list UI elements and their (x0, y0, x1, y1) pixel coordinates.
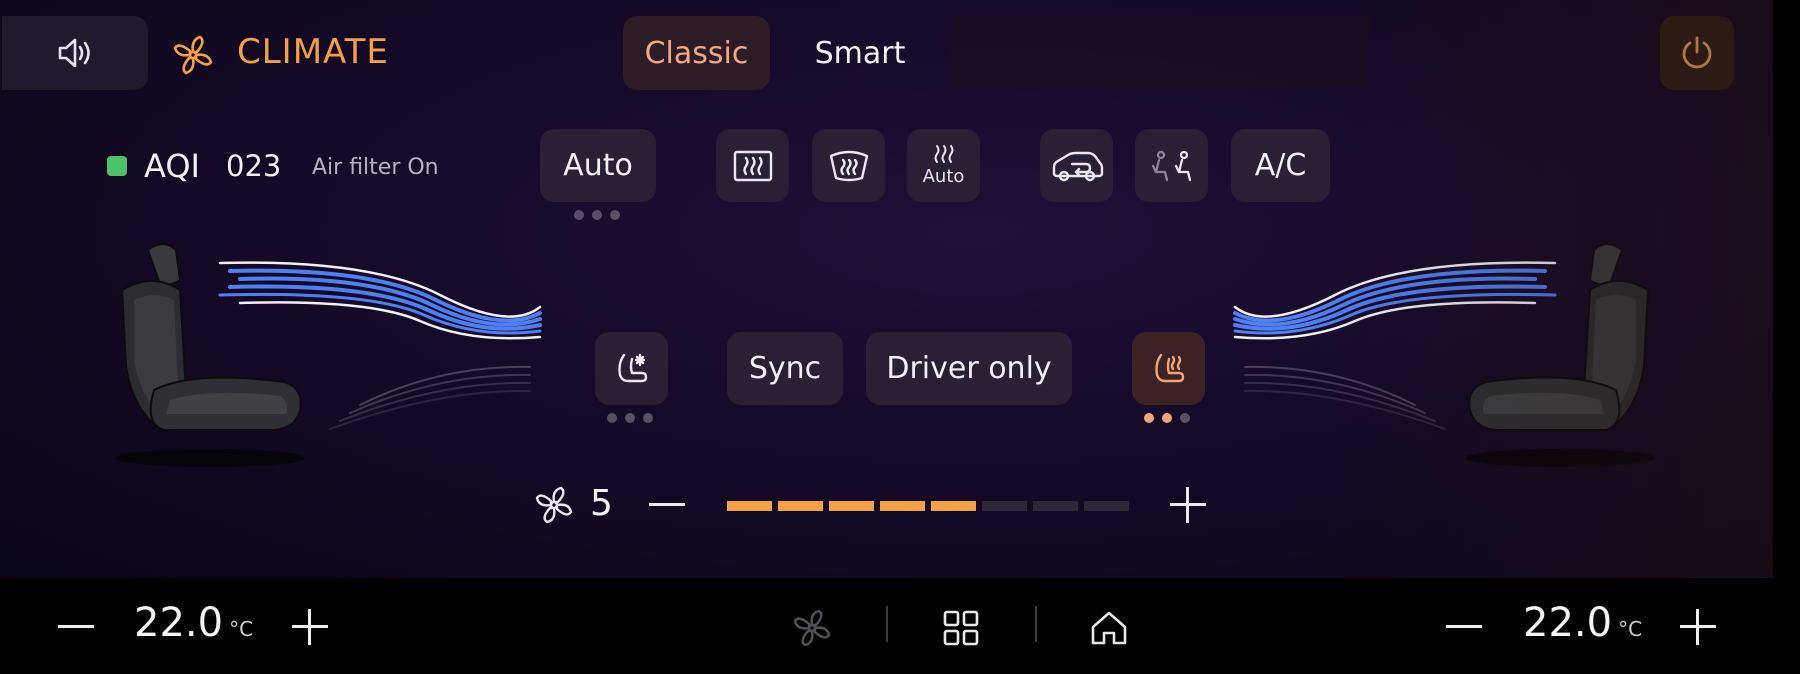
fan-decrease-button[interactable] (645, 482, 689, 526)
tab-classic-label: Classic (644, 35, 749, 71)
passenger-climate-button[interactable] (1135, 129, 1208, 202)
auto-defrost-button[interactable]: Auto (907, 129, 980, 202)
rear-defrost-icon (732, 148, 774, 184)
minus-icon (58, 625, 94, 628)
left-temperature: 22.0 °C (134, 600, 253, 646)
power-icon (1677, 33, 1717, 73)
taskbar-divider (886, 606, 888, 642)
right-temp-decrease-button[interactable] (1440, 602, 1488, 650)
level-dot (625, 413, 635, 423)
level-dot (643, 413, 653, 423)
power-button[interactable] (1660, 16, 1734, 90)
fan-speed-segment (727, 501, 772, 511)
front-defrost-button[interactable] (812, 129, 885, 202)
speaker-icon (54, 32, 96, 74)
ac-label: A/C (1254, 148, 1307, 183)
left-temp-increase-button[interactable] (286, 602, 334, 650)
fan-speed-value: 5 (590, 483, 613, 524)
seat-ventilation-level-dots (607, 413, 653, 423)
home-icon (1088, 607, 1130, 649)
right-temp-increase-button[interactable] (1674, 602, 1722, 650)
volume-button[interactable] (2, 16, 148, 90)
fan-speed-segment (829, 501, 874, 511)
left-temp-unit: °C (229, 617, 254, 641)
page-title: CLIMATE (237, 32, 389, 72)
climate-shortcut-button[interactable] (786, 602, 838, 654)
auto-label: Auto (563, 148, 633, 183)
level-dot (1162, 413, 1172, 423)
seat-heating-button[interactable] (1132, 332, 1205, 405)
level-dot (592, 210, 602, 220)
auto-button[interactable]: Auto (540, 129, 656, 202)
apps-button[interactable] (935, 602, 987, 654)
aqi-value: 023 (226, 149, 282, 183)
plus-icon-vertical (1186, 487, 1189, 523)
fan-speed-segment (778, 501, 823, 511)
air-recirculation-icon (1050, 149, 1104, 183)
fan-speed-segment (982, 501, 1027, 511)
climate-fan-icon (172, 34, 214, 76)
fan-icon (792, 608, 832, 648)
level-dot (610, 210, 620, 220)
sync-button[interactable]: Sync (727, 332, 843, 405)
plus-icon-vertical (1696, 609, 1699, 645)
left-temp-decrease-button[interactable] (52, 602, 100, 650)
right-temperature: 22.0 °C (1523, 600, 1642, 646)
level-dot (1144, 413, 1154, 423)
fan-increase-button[interactable] (1166, 482, 1210, 526)
level-dot (1180, 413, 1190, 423)
aqi-indicator (107, 156, 127, 176)
seat-ventilation-button[interactable] (595, 332, 668, 405)
plus-icon-vertical (308, 609, 311, 645)
fan-speed-segment (931, 501, 976, 511)
passenger-airflow (1230, 255, 1575, 445)
right-temp-unit: °C (1618, 617, 1643, 641)
aqi-label: AQI (144, 147, 200, 185)
fan-speed-segment (880, 501, 925, 511)
sync-label: Sync (748, 351, 822, 386)
air-filter-status: Air filter On (312, 155, 439, 180)
minus-icon (649, 503, 685, 506)
mode-tab-track (950, 16, 1370, 90)
seat-ventilation-icon (612, 349, 652, 389)
driver-airflow (200, 255, 545, 445)
tab-classic[interactable]: Classic (623, 16, 770, 90)
ac-button[interactable]: A/C (1231, 129, 1330, 202)
seat-heating-icon (1149, 349, 1189, 389)
tab-smart-label: Smart (814, 35, 906, 71)
right-temp-value: 22.0 (1523, 600, 1613, 646)
auto-defrost-label: Auto (922, 166, 965, 187)
heat-waves-icon (931, 144, 957, 164)
driver-only-button[interactable]: Driver only (866, 332, 1072, 405)
driver-only-label: Driver only (886, 351, 1052, 386)
apps-grid-icon (941, 608, 981, 648)
passenger-climate-icon (1149, 148, 1195, 184)
fan-speed-segment (1033, 501, 1078, 511)
level-dot (607, 413, 617, 423)
seat-heating-level-dots (1144, 413, 1190, 423)
climate-screen: CLIMATE Classic Smart AQI 023 Air filter… (0, 0, 1773, 578)
auto-level-dots (574, 210, 620, 220)
fan-icon (534, 485, 574, 525)
left-temp-value: 22.0 (134, 600, 224, 646)
minus-icon (1446, 625, 1482, 628)
fan-speed-segment (1084, 501, 1129, 511)
recirculation-button[interactable] (1040, 129, 1113, 202)
home-button[interactable] (1083, 602, 1135, 654)
tab-smart[interactable]: Smart (770, 16, 950, 90)
level-dot (574, 210, 584, 220)
taskbar: 22.0 °C 22.0 °C (0, 578, 1800, 674)
front-defrost-icon (828, 148, 870, 184)
rear-defrost-button[interactable] (716, 129, 789, 202)
taskbar-divider (1035, 606, 1037, 642)
